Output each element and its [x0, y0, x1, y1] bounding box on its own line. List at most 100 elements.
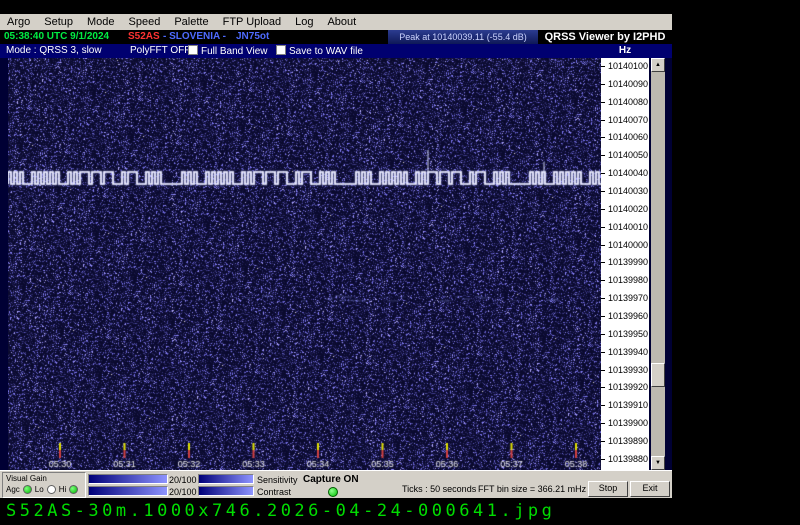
freq-label: 10140100 — [608, 61, 648, 71]
gain-value-1: 20/100 — [169, 475, 197, 485]
menu-bar: ArgoSetupModeSpeedPaletteFTP UploadLogAb… — [0, 14, 672, 30]
bottom-control-panel: Visual Gain Agc Lo Hi 20/100 20/100 Sens… — [0, 470, 672, 498]
freq-label: 10139880 — [608, 454, 648, 464]
capture-status: Capture ON — [303, 474, 359, 485]
freq-tick — [601, 173, 605, 174]
stop-button[interactable]: Stop — [588, 481, 628, 497]
polyfft-status: PolyFFT OFF — [130, 45, 190, 56]
freq-tick — [601, 209, 605, 210]
lo-radio[interactable] — [47, 485, 56, 494]
save-wav-checkbox[interactable] — [276, 45, 286, 55]
gain-slider-1[interactable] — [88, 474, 168, 484]
menu-item-palette[interactable]: Palette — [167, 16, 215, 28]
full-band-view-label: Full Band View — [201, 46, 268, 57]
agc-label: Agc — [6, 485, 20, 494]
app-title: QRSS Viewer by I2PHD — [538, 30, 672, 44]
mode-readout: Mode : QRSS 3, slow — [6, 45, 102, 56]
utc-clock: 05:38:40 UTC 9/1/2024 — [4, 31, 109, 42]
freq-tick — [601, 227, 605, 228]
freq-label: 10140070 — [608, 115, 648, 125]
freq-tick — [601, 155, 605, 156]
peak-readout: Peak at 10140039.11 (-55.4 dB) — [388, 30, 538, 44]
contrast-slider[interactable] — [198, 486, 254, 496]
argo-window: ArgoSetupModeSpeedPaletteFTP UploadLogAb… — [0, 14, 672, 498]
freq-label: 10140050 — [608, 150, 648, 160]
freq-tick — [601, 405, 605, 406]
freq-tick — [601, 245, 605, 246]
main-area: 10140100 10140090 10140080 10140070 10140060… — [0, 58, 672, 470]
freq-label: 10139980 — [608, 275, 648, 285]
gain-value-2: 20/100 — [169, 487, 197, 497]
gain-slider-2[interactable] — [88, 486, 168, 496]
frequency-scrollbar[interactable]: ▲ ▼ — [651, 58, 665, 470]
fft-bin-readout: FFT bin size = 366.21 mHz — [478, 484, 586, 494]
capture-led-icon — [328, 487, 338, 497]
location: - SLOVENIA - — [163, 31, 226, 42]
freq-label: 10139890 — [608, 436, 648, 446]
freq-label: 10140040 — [608, 168, 648, 178]
ticks-readout: Ticks : 50 seconds — [402, 484, 476, 494]
freq-tick — [601, 102, 605, 103]
freq-label: 10139950 — [608, 329, 648, 339]
freq-tick — [601, 298, 605, 299]
freq-tick — [601, 120, 605, 121]
scroll-up-button[interactable]: ▲ — [651, 58, 665, 72]
freq-tick — [601, 352, 605, 353]
freq-label: 10139940 — [608, 347, 648, 357]
menu-item-log[interactable]: Log — [288, 16, 320, 28]
full-band-view-checkbox[interactable] — [188, 45, 198, 55]
freq-label: 10140060 — [608, 132, 648, 142]
menu-item-mode[interactable]: Mode — [80, 16, 122, 28]
capture-filename: S52AS-30m.1000x746.2026-04-24-000641.jpg — [6, 501, 555, 521]
exit-button[interactable]: Exit — [630, 481, 670, 497]
sensitivity-label: Sensitivity — [257, 475, 298, 485]
visual-gain-label: Visual Gain — [6, 474, 47, 483]
menu-item-setup[interactable]: Setup — [37, 16, 80, 28]
freq-tick — [601, 459, 605, 460]
freq-label: 10139920 — [608, 382, 648, 392]
sensitivity-slider[interactable] — [198, 474, 254, 484]
menu-item-ftp-upload[interactable]: FTP Upload — [216, 16, 289, 28]
contrast-label: Contrast — [257, 487, 291, 497]
save-wav-label: Save to WAV file — [289, 46, 363, 57]
callsign: S52AS — [128, 31, 160, 42]
save-wav-option[interactable]: Save to WAV file — [276, 45, 363, 57]
freq-label: 10139990 — [608, 257, 648, 267]
frequency-scale: 10140100 10140090 10140080 10140070 10140060… — [601, 58, 649, 470]
freq-tick — [601, 84, 605, 85]
scroll-thumb[interactable] — [651, 363, 665, 387]
visual-gain-group: Visual Gain Agc Lo Hi — [2, 472, 86, 498]
freq-label: 10140090 — [608, 79, 648, 89]
freq-tick — [601, 316, 605, 317]
agc-radio[interactable] — [23, 485, 32, 494]
hz-column-header: Hz — [601, 45, 649, 56]
freq-label: 10139930 — [608, 365, 648, 375]
freq-tick — [601, 262, 605, 263]
freq-label: 10140080 — [608, 97, 648, 107]
freq-label: 10139960 — [608, 311, 648, 321]
freq-tick — [601, 441, 605, 442]
menu-item-argo[interactable]: Argo — [0, 16, 37, 28]
scroll-down-button[interactable]: ▼ — [651, 456, 665, 470]
freq-tick — [601, 334, 605, 335]
menu-item-about[interactable]: About — [320, 16, 363, 28]
freq-tick — [601, 137, 605, 138]
freq-label: 10140030 — [608, 186, 648, 196]
status-bar: 05:38:40 UTC 9/1/2024 S52AS - SLOVENIA -… — [0, 30, 672, 44]
full-band-view-option[interactable]: Full Band View — [188, 45, 268, 57]
freq-tick — [601, 423, 605, 424]
freq-tick — [601, 370, 605, 371]
freq-label: 10140010 — [608, 222, 648, 232]
freq-tick — [601, 387, 605, 388]
hi-label: Hi — [59, 485, 67, 494]
menu-item-speed[interactable]: Speed — [122, 16, 168, 28]
freq-label: 10140020 — [608, 204, 648, 214]
lo-label: Lo — [35, 485, 44, 494]
hi-radio[interactable] — [69, 485, 78, 494]
waterfall-canvas — [8, 58, 601, 470]
freq-label: 10139910 — [608, 400, 648, 410]
mode-bar: Mode : QRSS 3, slow PolyFFT OFF Full Ban… — [0, 44, 672, 58]
grid-locator: JN75ot — [236, 31, 269, 42]
freq-label: 10139900 — [608, 418, 648, 428]
freq-tick — [601, 66, 605, 67]
